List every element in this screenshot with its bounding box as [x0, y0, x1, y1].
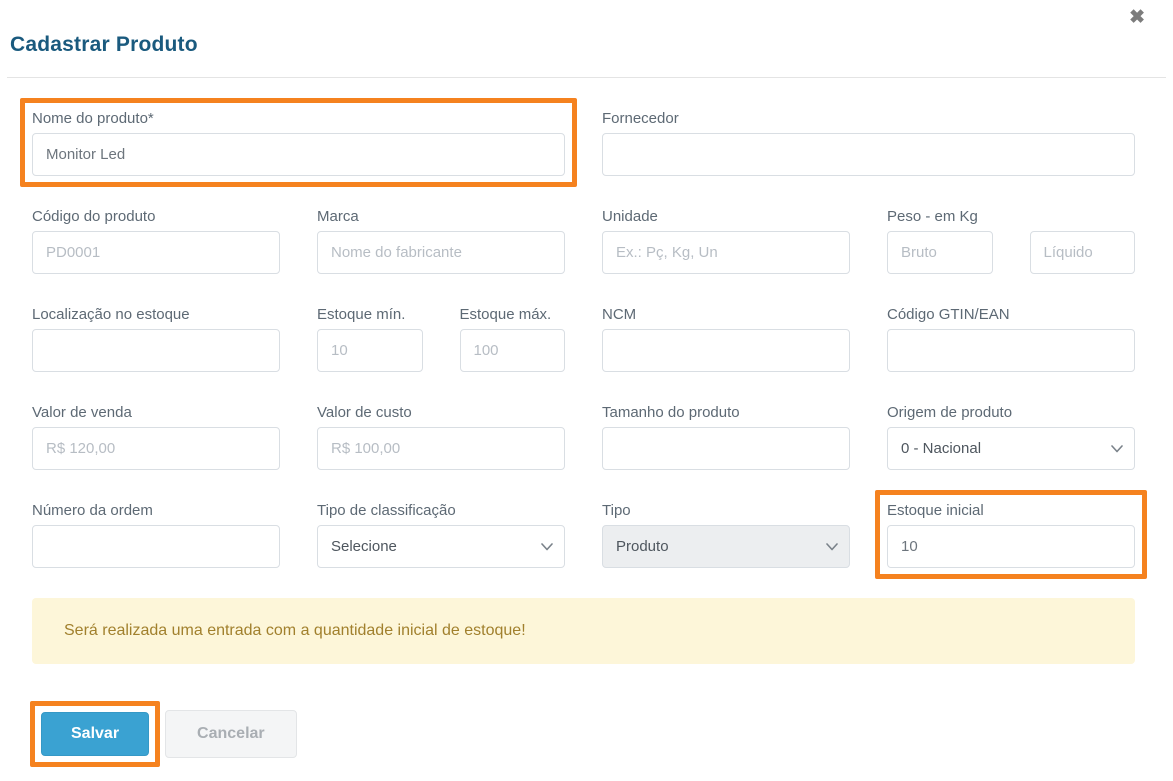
marca-label: Marca [317, 207, 565, 226]
codigo-produto-label: Código do produto [32, 207, 280, 226]
peso-bruto-input[interactable] [887, 231, 993, 274]
save-button-highlight: Salvar [30, 701, 160, 767]
estoque-inicial-label: Estoque inicial [887, 501, 1135, 520]
page-title: Cadastrar Produto [0, 0, 1173, 57]
stock-entry-alert: Será realizada uma entrada com a quantid… [32, 598, 1135, 664]
peso-liquido-input[interactable] [1030, 231, 1136, 274]
tipo-classificacao-label: Tipo de classificação [317, 501, 565, 520]
gtin-ean-label: Código GTIN/EAN [887, 305, 1135, 324]
unidade-input[interactable] [602, 231, 850, 274]
valor-custo-input[interactable] [317, 427, 565, 470]
valor-venda-input[interactable] [32, 427, 280, 470]
save-button[interactable]: Salvar [41, 712, 149, 756]
origem-produto-select[interactable]: 0 - Nacional [887, 427, 1135, 470]
estoque-inicial-highlight: Estoque inicial [875, 490, 1147, 579]
gtin-ean-input[interactable] [887, 329, 1135, 372]
ncm-input[interactable] [602, 329, 850, 372]
tipo-select[interactable]: Produto [602, 525, 850, 568]
unidade-label: Unidade [602, 207, 850, 226]
close-icon[interactable]: ✖ [1129, 8, 1145, 27]
estoque-max-input[interactable] [460, 329, 566, 372]
estoque-max-label: Estoque máx. [460, 305, 566, 324]
tamanho-produto-label: Tamanho do produto [602, 403, 850, 422]
numero-ordem-input[interactable] [32, 525, 280, 568]
fornecedor-label: Fornecedor [602, 109, 1135, 128]
numero-ordem-label: Número da ordem [32, 501, 280, 520]
tamanho-produto-input[interactable] [602, 427, 850, 470]
estoque-inicial-input[interactable] [887, 525, 1135, 568]
valor-custo-label: Valor de custo [317, 403, 565, 422]
tipo-classificacao-select[interactable]: Selecione [317, 525, 565, 568]
peso-label: Peso - em Kg [887, 207, 1135, 226]
marca-input[interactable] [317, 231, 565, 274]
nome-produto-highlight: Nome do produto* [20, 98, 577, 187]
tipo-label: Tipo [602, 501, 850, 520]
estoque-min-label: Estoque mín. [317, 305, 423, 324]
header-divider [7, 77, 1166, 78]
nome-produto-input[interactable] [32, 133, 565, 176]
fornecedor-input[interactable] [602, 133, 1135, 176]
product-form: Nome do produto* Fornecedor Código do pr… [32, 109, 1135, 568]
localizacao-estoque-input[interactable] [32, 329, 280, 372]
codigo-produto-input[interactable] [32, 231, 280, 274]
localizacao-estoque-label: Localização no estoque [32, 305, 280, 324]
cancel-button[interactable]: Cancelar [165, 710, 297, 758]
valor-venda-label: Valor de venda [32, 403, 280, 422]
nome-produto-label: Nome do produto* [32, 109, 565, 128]
ncm-label: NCM [602, 305, 850, 324]
estoque-min-input[interactable] [317, 329, 423, 372]
origem-produto-label: Origem de produto [887, 403, 1135, 422]
alert-message: Será realizada uma entrada com a quantid… [64, 622, 526, 639]
